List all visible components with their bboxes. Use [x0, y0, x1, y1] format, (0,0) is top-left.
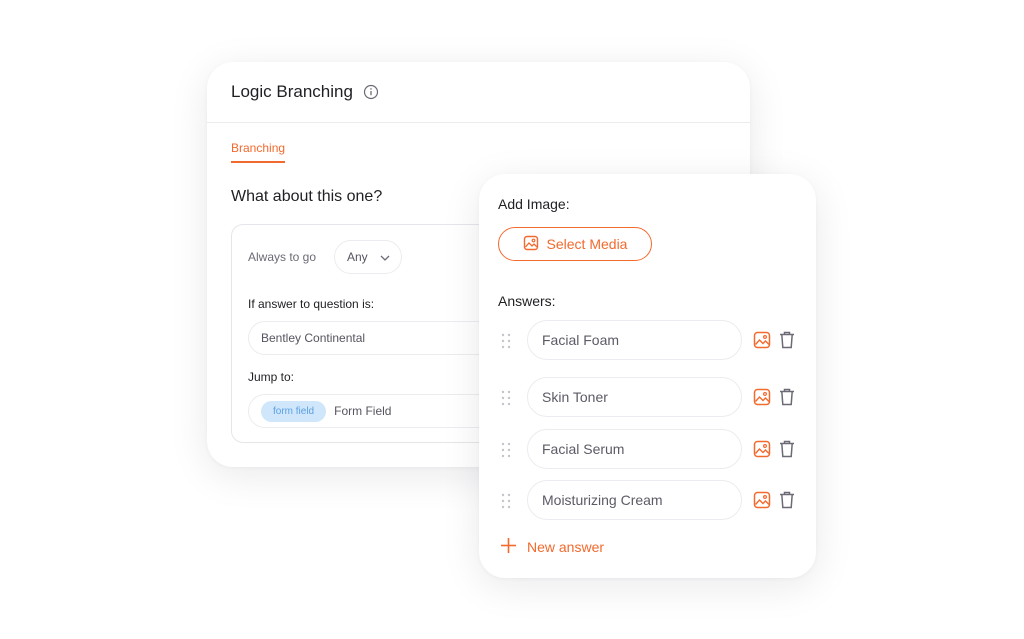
- trash-icon[interactable]: [778, 330, 796, 350]
- trash-icon[interactable]: [778, 387, 796, 407]
- image-icon[interactable]: [753, 388, 771, 406]
- answer-row: Skin Toner: [501, 377, 799, 417]
- answer-row: Facial Serum: [501, 429, 799, 469]
- new-answer-label: New answer: [527, 539, 605, 555]
- card-header: Logic Branching: [231, 82, 379, 102]
- answer-input[interactable]: Facial Foam: [527, 320, 742, 360]
- drag-handle-icon[interactable]: [501, 389, 511, 407]
- answer-row: Facial Foam: [501, 320, 799, 360]
- image-icon[interactable]: [753, 491, 771, 509]
- trash-icon[interactable]: [778, 439, 796, 459]
- add-image-label: Add Image:: [498, 196, 570, 212]
- if-answer-value: Bentley Continental: [261, 331, 366, 345]
- always-to-go-label: Always to go: [248, 250, 317, 264]
- jump-to-label: Jump to:: [248, 370, 295, 384]
- drag-handle-icon[interactable]: [501, 441, 511, 459]
- any-dropdown[interactable]: Any: [334, 240, 402, 274]
- drag-handle-icon[interactable]: [501, 492, 511, 510]
- if-answer-label: If answer to question is:: [248, 297, 375, 311]
- chevron-down-icon: [380, 250, 390, 264]
- answer-input[interactable]: Moisturizing Cream: [527, 480, 742, 520]
- divider: [207, 122, 750, 123]
- any-dropdown-value: Any: [347, 250, 368, 264]
- image-icon[interactable]: [753, 440, 771, 458]
- info-icon[interactable]: [363, 84, 379, 100]
- answer-row: Moisturizing Cream: [501, 480, 799, 520]
- card-title: Logic Branching: [231, 82, 353, 101]
- plus-icon: [500, 537, 517, 557]
- answers-card: Add Image: Select Media Answers: Facial …: [479, 174, 816, 578]
- trash-icon[interactable]: [778, 490, 796, 510]
- select-media-button[interactable]: Select Media: [498, 227, 652, 261]
- answers-label: Answers:: [498, 293, 556, 309]
- image-icon[interactable]: [753, 331, 771, 349]
- image-icon: [523, 235, 539, 254]
- form-field-chip[interactable]: form field: [261, 400, 327, 422]
- question-title: What about this one?: [231, 188, 383, 205]
- answer-input[interactable]: Skin Toner: [527, 377, 742, 417]
- jump-to-value: Form Field: [334, 404, 392, 418]
- tab-branching[interactable]: Branching: [231, 141, 286, 163]
- select-media-label: Select Media: [546, 236, 628, 252]
- answer-input[interactable]: Facial Serum: [527, 429, 742, 469]
- new-answer-button[interactable]: New answer: [500, 537, 604, 557]
- drag-handle-icon[interactable]: [501, 332, 511, 350]
